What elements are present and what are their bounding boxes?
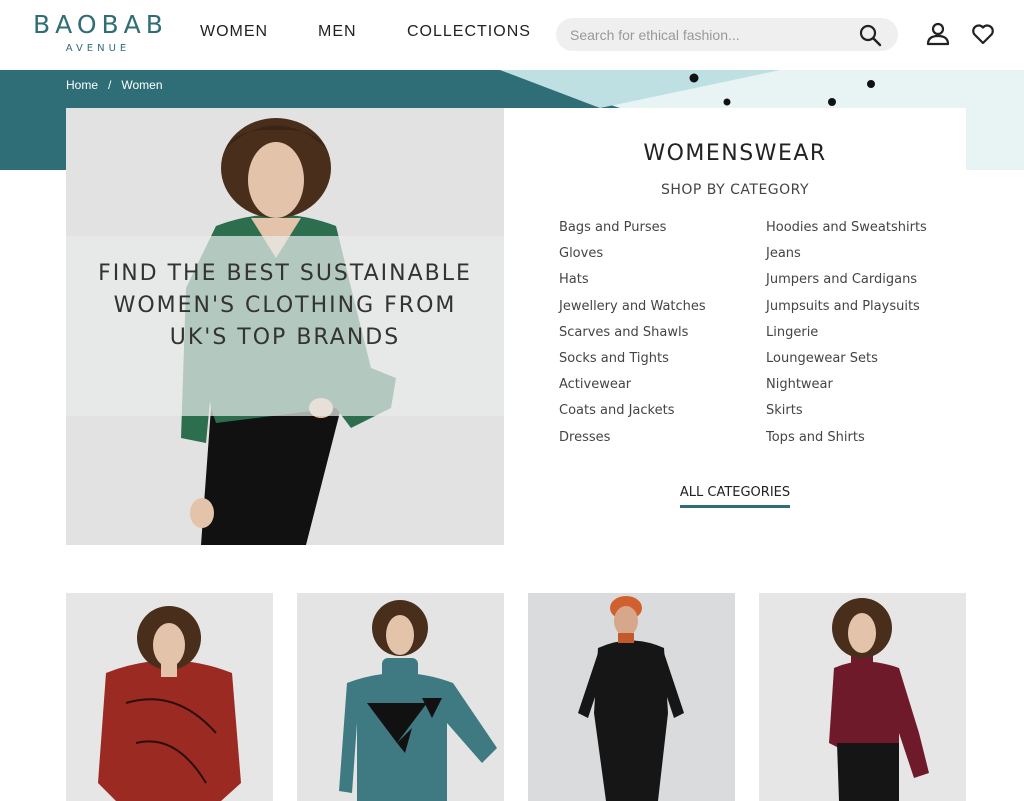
category-link[interactable]: Skirts	[766, 403, 927, 429]
panel-subtitle: SHOP BY CATEGORY	[660, 182, 810, 198]
category-link[interactable]: Jewellery and Watches	[559, 299, 706, 325]
breadcrumb: Home / Women	[66, 78, 163, 92]
breadcrumb-home[interactable]: Home	[66, 78, 98, 92]
category-link[interactable]: Lingerie	[766, 325, 927, 351]
category-link[interactable]: Scarves and Shawls	[559, 325, 706, 351]
category-link[interactable]: Jeans	[766, 246, 927, 272]
search-bar	[556, 18, 898, 51]
category-list-right: Hoodies and Sweatshirts Jeans Jumpers an…	[766, 220, 927, 456]
nav-collections[interactable]: COLLECTIONS	[407, 23, 531, 41]
product-card[interactable]	[528, 593, 735, 801]
logo-subtext: AVENUE	[65, 43, 131, 54]
hero-image: FIND THE BEST SUSTAINABLE WOMEN'S CLOTHI…	[66, 108, 504, 545]
category-link[interactable]: Hoodies and Sweatshirts	[766, 220, 927, 246]
category-link[interactable]: Bags and Purses	[559, 220, 706, 246]
nav-men[interactable]: MEN	[318, 23, 357, 41]
search-icon[interactable]	[858, 23, 882, 47]
breadcrumb-current[interactable]: Women	[121, 78, 162, 92]
category-link[interactable]: Socks and Tights	[559, 351, 706, 377]
category-link[interactable]: Jumpsuits and Playsuits	[766, 299, 927, 325]
user-icon[interactable]	[925, 21, 951, 47]
category-link[interactable]: Coats and Jackets	[559, 403, 706, 429]
category-link[interactable]: Gloves	[559, 246, 706, 272]
product-image	[66, 593, 273, 801]
heart-icon[interactable]	[970, 21, 996, 47]
category-link[interactable]: Activewear	[559, 377, 706, 403]
product-image	[759, 593, 966, 801]
category-link[interactable]: Loungewear Sets	[766, 351, 927, 377]
category-link[interactable]: Jumpers and Cardigans	[766, 272, 927, 298]
logo-text: BAOBAB	[33, 10, 168, 39]
all-categories-wrap: ALL CATEGORIES	[504, 481, 966, 508]
product-card[interactable]	[297, 593, 504, 801]
product-card[interactable]	[66, 593, 273, 801]
site-header: BAOBAB AVENUE WOMEN MEN COLLECTIONS	[0, 0, 1024, 70]
category-link[interactable]: Hats	[559, 272, 706, 298]
panel-title: WOMENSWEAR	[643, 141, 827, 166]
category-panel: WOMENSWEAR SHOP BY CATEGORY Bags and Pur…	[504, 108, 966, 545]
nav-women[interactable]: WOMEN	[200, 23, 268, 41]
category-link[interactable]: Tops and Shirts	[766, 430, 927, 456]
all-categories-link[interactable]: ALL CATEGORIES	[679, 485, 791, 508]
category-list-left: Bags and Purses Gloves Hats Jewellery an…	[559, 220, 706, 456]
category-link[interactable]: Dresses	[559, 430, 706, 456]
product-card[interactable]	[759, 593, 966, 801]
breadcrumb-separator: /	[108, 78, 112, 92]
product-image	[528, 593, 735, 801]
product-image	[297, 593, 504, 801]
search-input[interactable]	[570, 24, 840, 46]
category-link[interactable]: Nightwear	[766, 377, 927, 403]
hero-headline: FIND THE BEST SUSTAINABLE WOMEN'S CLOTHI…	[98, 261, 472, 350]
logo[interactable]: BAOBAB AVENUE	[33, 12, 163, 56]
